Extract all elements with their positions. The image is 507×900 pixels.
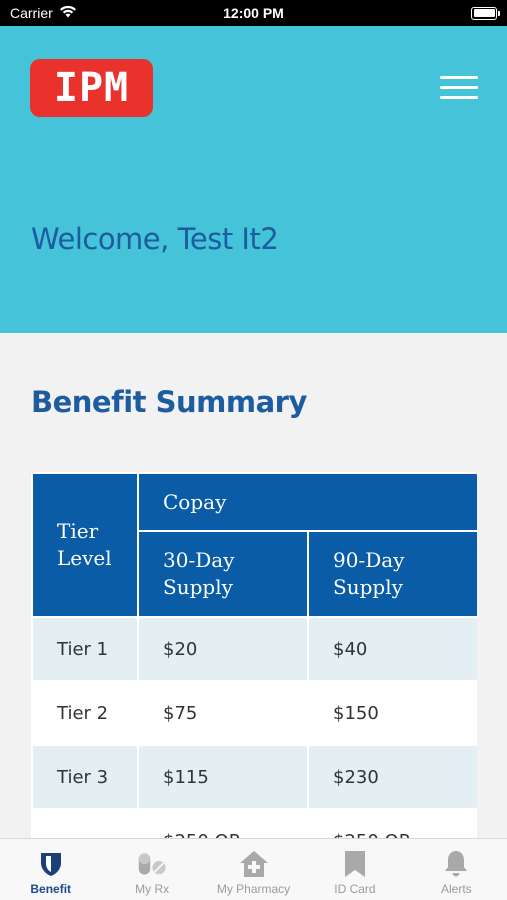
welcome-heading: Welcome, Test It2 (31, 222, 279, 256)
table-row: Tier 3 $115 $230 (31, 744, 477, 810)
90-day-supply-header: 90-Day Supply (307, 530, 477, 618)
bell-icon (441, 849, 471, 879)
battery-icon (471, 6, 500, 20)
benefit-summary-title: Benefit Summary (31, 385, 307, 419)
90-day-cell: $230 (307, 744, 477, 810)
copay-header: Copay (137, 472, 477, 532)
ipm-logo[interactable]: IPM (30, 59, 153, 117)
pills-icon (137, 849, 167, 879)
30-day-supply-header: 30-Day Supply (137, 530, 309, 618)
tab-id-card[interactable]: ID Card (304, 839, 405, 900)
table-row: Tier 1 $20 $40 (31, 616, 477, 682)
tab-label: Benefit (30, 882, 72, 896)
tier-cell: Tier 1 (31, 616, 139, 682)
30-day-cell: $115 (137, 744, 309, 810)
tab-my-rx[interactable]: My Rx (101, 839, 202, 900)
tab-label: Alerts (440, 882, 472, 896)
hamburger-menu-icon[interactable] (440, 76, 478, 102)
status-left: Carrier (10, 5, 77, 21)
header: IPM Welcome, Test It2 (0, 26, 507, 333)
tab-label: ID Card (334, 882, 376, 896)
30-day-cell: $75 (137, 680, 309, 746)
shield-icon (36, 849, 66, 879)
tab-label: My Pharmacy (216, 882, 291, 896)
90-day-cell: $150 (307, 680, 477, 746)
table-row: Tier 2 $75 $150 (31, 680, 477, 746)
pharmacy-icon (239, 849, 269, 879)
status-bar: Carrier 12:00 PM (0, 0, 507, 26)
tier-level-header: Tier Level (31, 472, 139, 618)
tier-cell: Tier 2 (31, 680, 139, 746)
benefit-table: Tier Level Copay 30-Day Supply 90-Day Su… (31, 472, 477, 842)
tab-my-pharmacy[interactable]: My Pharmacy (203, 839, 304, 900)
tab-alerts[interactable]: Alerts (406, 839, 507, 900)
wifi-icon (59, 5, 77, 21)
tab-label: My Rx (135, 882, 170, 896)
30-day-cell: $20 (137, 616, 309, 682)
tab-bar: Benefit My Rx My Pharmacy ID Card Alerts (0, 838, 507, 900)
tab-benefit[interactable]: Benefit (0, 839, 101, 900)
tier-cell: Tier 3 (31, 744, 139, 810)
90-day-cell: $40 (307, 616, 477, 682)
carrier-label: Carrier (10, 5, 53, 21)
bookmark-icon (340, 849, 370, 879)
